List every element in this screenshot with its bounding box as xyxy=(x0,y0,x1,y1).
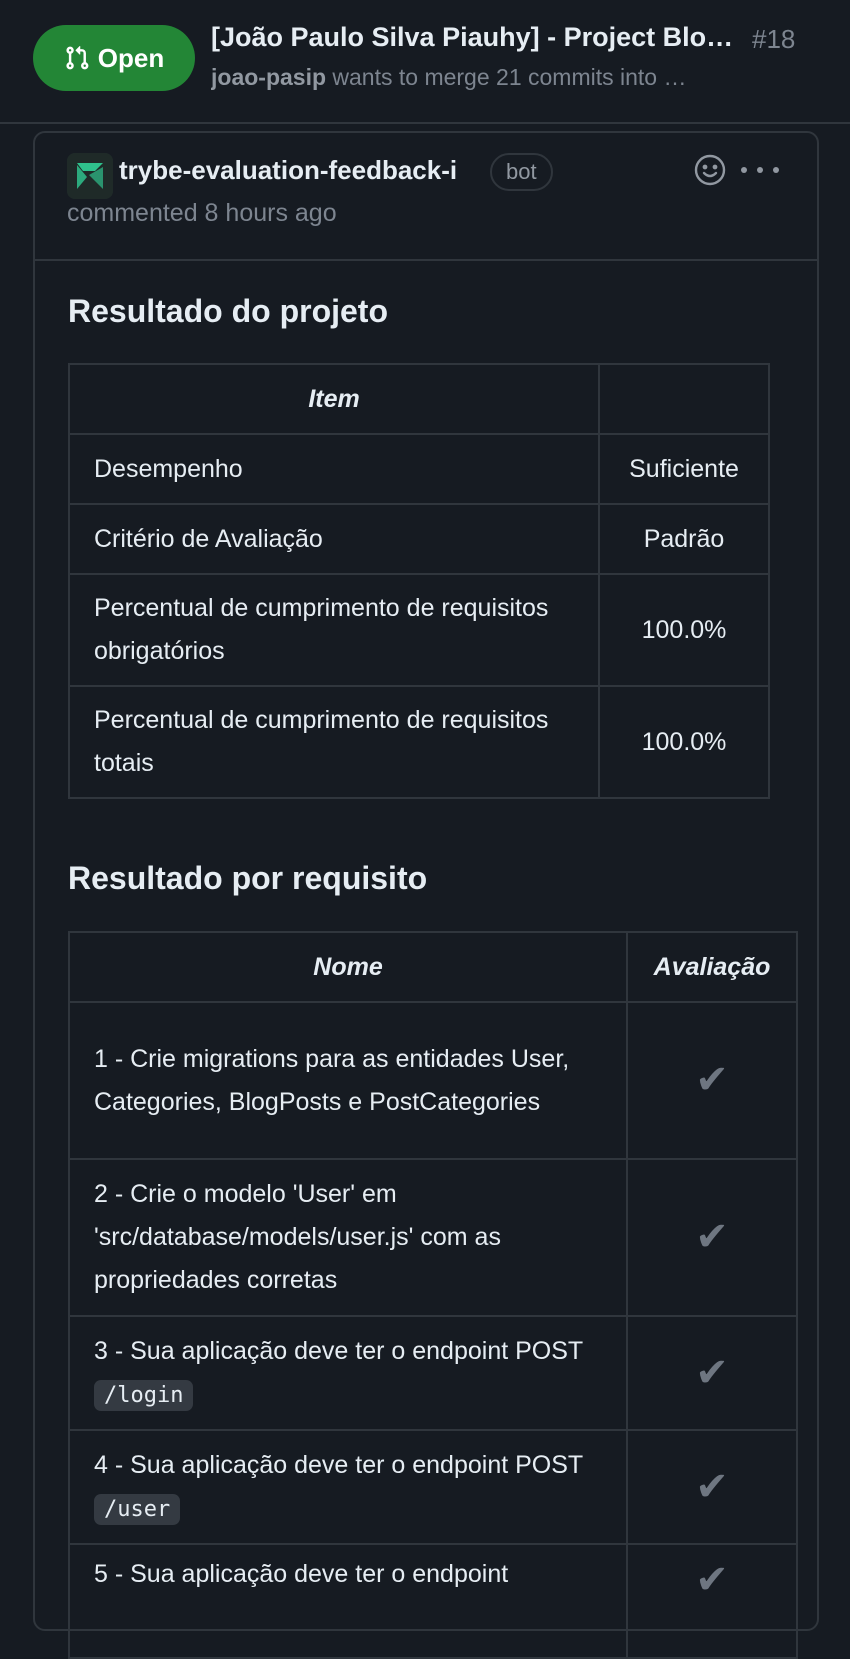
table-header-item: Item xyxy=(67,363,601,435)
check-icon: ✔ xyxy=(626,1001,798,1160)
pr-header: Open [João Paulo Silva Piauhy] - Project… xyxy=(0,0,850,124)
table-row: Percentual de cumprimento de requisitos … xyxy=(67,573,770,687)
requirement-cell: 1 - Crie migrations para as entidades Us… xyxy=(67,1001,629,1160)
check-icon: ✔ xyxy=(626,1315,798,1431)
pr-state-label: Open xyxy=(97,42,165,73)
check-icon: ✔ xyxy=(626,1429,798,1545)
comment-timestamp[interactable]: commented 8 hours ago xyxy=(67,199,337,228)
table-row: 2 - Crie o modelo 'User' em 'src/databas… xyxy=(67,1158,798,1317)
pr-state-badge: Open xyxy=(33,25,195,91)
pr-merge-text: wants to merge 21 commits into … xyxy=(326,64,687,90)
table-row: Percentual de cumprimento de requisitos … xyxy=(67,685,770,799)
table-cell: Percentual de cumprimento de requisitos … xyxy=(67,685,601,799)
table-cell: 100.0% xyxy=(598,573,770,687)
requirement-cell: 5 - Sua aplicação deve ter o endpoint xyxy=(67,1543,629,1659)
pr-subtitle: joao-pasip wants to merge 21 commits int… xyxy=(211,64,716,91)
table-header-evaluation: Avaliação xyxy=(626,931,798,1003)
table-row: Critério de Avaliação Padrão xyxy=(67,503,770,575)
check-icon: ✔ xyxy=(626,1158,798,1317)
bot-badge: bot xyxy=(490,153,553,191)
pr-title[interactable]: [João Paulo Silva Piauhy] - Project Blo… xyxy=(211,22,741,53)
requirement-result-table: Nome Avaliação 1 - Crie migrations para … xyxy=(67,931,798,1659)
inline-code: /user xyxy=(94,1493,181,1525)
project-result-heading: Resultado do projeto xyxy=(68,293,388,329)
requirement-result-heading: Resultado por requisito xyxy=(68,860,428,896)
pr-number: #18 xyxy=(752,24,796,54)
bot-comment: trybe-evaluation-feedback-i bot commente… xyxy=(33,131,819,1659)
check-icon: ✔ xyxy=(626,1543,798,1659)
table-cell: Critério de Avaliação xyxy=(67,503,601,575)
table-row: Desempenho Suficiente xyxy=(67,433,770,505)
pr-author-link[interactable]: joao-pasip xyxy=(211,64,326,90)
table-cell: 100.0% xyxy=(598,685,770,799)
table-cell: Padrão xyxy=(598,503,770,575)
smiley-icon[interactable] xyxy=(693,153,727,187)
requirement-cell: 2 - Crie o modelo 'User' em 'src/databas… xyxy=(67,1158,629,1317)
git-pull-request-icon xyxy=(66,45,89,70)
comment-header: trybe-evaluation-feedback-i bot commente… xyxy=(35,133,817,261)
table-row: 3 - Sua aplicação deve ter o endpoint PO… xyxy=(67,1315,798,1431)
table-row: 5 - Sua aplicação deve ter o endpoint ✔ xyxy=(67,1543,798,1659)
table-cell: Percentual de cumprimento de requisitos … xyxy=(67,573,601,687)
comment-author[interactable]: trybe-evaluation-feedback-i xyxy=(119,155,457,186)
table-cell: Suficiente xyxy=(598,433,770,505)
table-row: 1 - Crie migrations para as entidades Us… xyxy=(67,1001,798,1160)
inline-code: /login xyxy=(94,1379,194,1411)
trybe-logo-icon xyxy=(67,153,113,199)
project-result-table: Item Desempenho Suficiente Critério de A… xyxy=(67,363,770,799)
table-row: 4 - Sua aplicação deve ter o endpoint PO… xyxy=(67,1429,798,1545)
avatar[interactable] xyxy=(67,153,113,199)
table-header-name: Nome xyxy=(67,931,629,1003)
table-cell: Desempenho xyxy=(67,433,601,505)
kebab-menu-icon[interactable] xyxy=(741,157,779,183)
requirement-cell: 4 - Sua aplicação deve ter o endpoint PO… xyxy=(67,1429,629,1545)
table-header-value xyxy=(598,363,770,435)
requirement-cell: 3 - Sua aplicação deve ter o endpoint PO… xyxy=(67,1315,629,1431)
